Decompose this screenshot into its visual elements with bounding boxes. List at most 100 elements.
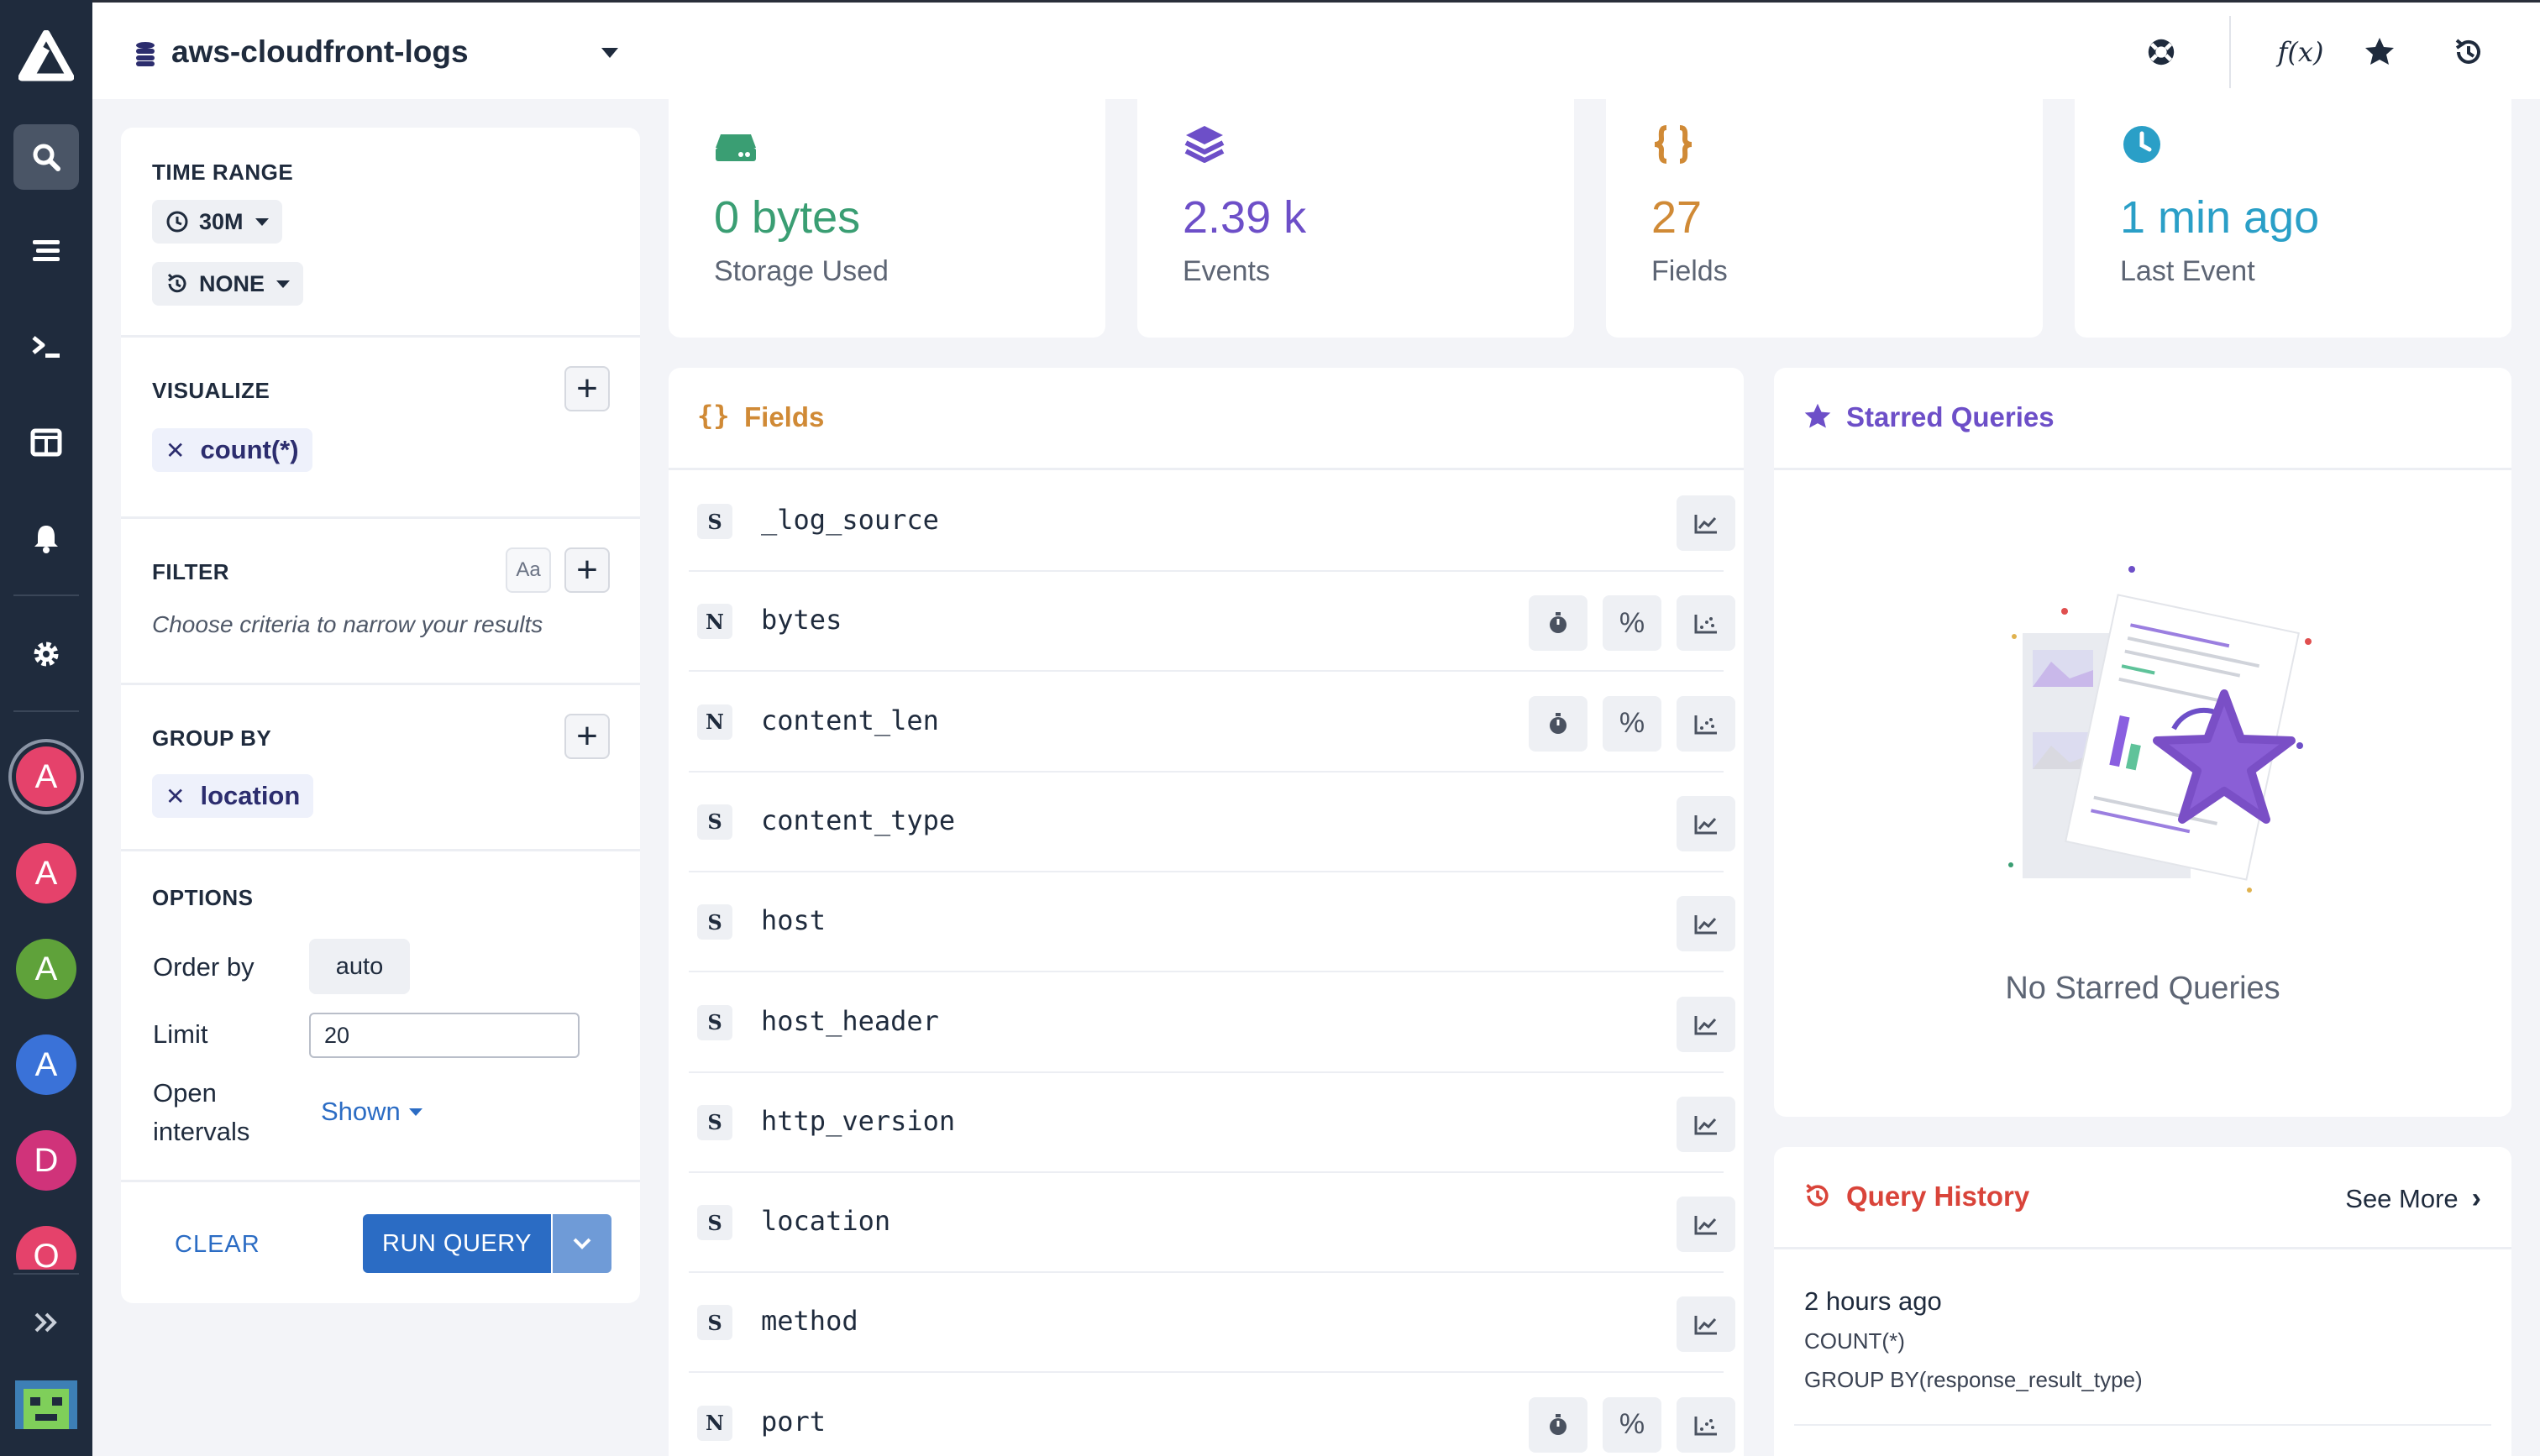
- visualize-pill[interactable]: ✕ count(*): [152, 428, 312, 472]
- starred-button[interactable]: [2360, 33, 2399, 71]
- field-row[interactable]: Smethod: [689, 1273, 1735, 1374]
- nav-stream[interactable]: [13, 218, 79, 284]
- field-name: method: [761, 1305, 858, 1338]
- line-chart-icon[interactable]: [1677, 795, 1735, 851]
- scatter-chart-icon[interactable]: [1677, 1396, 1735, 1453]
- scatter-chart-icon[interactable]: [1677, 595, 1735, 652]
- layers-icon: [1184, 126, 1225, 163]
- field-type-badge: N: [697, 604, 732, 640]
- logo-icon[interactable]: [18, 30, 74, 82]
- stat-label: Last Event: [2120, 255, 2255, 287]
- avatar[interactable]: A: [16, 1034, 76, 1095]
- compare-dropdown[interactable]: NONE: [152, 262, 304, 306]
- query-history-panel: Query History See More › 2 hours ago COU…: [1774, 1147, 2511, 1456]
- order-by-label: Order by: [153, 952, 255, 982]
- field-type-badge: S: [697, 904, 732, 940]
- time-range-value: 30M: [199, 208, 244, 234]
- field-row[interactable]: Shost_header: [689, 973, 1735, 1073]
- field-name: _log_source: [761, 504, 939, 536]
- avatar-letter: A: [34, 1045, 58, 1083]
- history-time: 2 hours ago: [1804, 1286, 1942, 1316]
- limit-input[interactable]: [309, 1013, 580, 1058]
- fields-title: Fields: [744, 401, 825, 432]
- see-more-link[interactable]: See More ›: [2345, 1182, 2481, 1215]
- avatar[interactable]: A: [16, 939, 76, 999]
- avatar-overflow-clip: O: [0, 1209, 92, 1270]
- timer-icon[interactable]: [1529, 695, 1588, 752]
- percent-icon[interactable]: %: [1603, 695, 1661, 752]
- avatar-letter: A: [34, 757, 58, 795]
- line-chart-icon[interactable]: [1677, 1096, 1735, 1152]
- nav-search[interactable]: [13, 124, 79, 190]
- timer-icon[interactable]: [1529, 595, 1588, 652]
- field-name: port: [761, 1405, 827, 1438]
- time-range-dropdown[interactable]: 30M: [152, 200, 282, 244]
- left-nav: A A A A D O: [0, 0, 92, 1456]
- avatar[interactable]: O: [16, 1226, 76, 1270]
- add-filter-button[interactable]: +: [564, 547, 610, 593]
- gear-icon: [34, 642, 59, 667]
- line-chart-icon[interactable]: [1677, 1296, 1735, 1353]
- line-chart-icon[interactable]: [1677, 896, 1735, 952]
- history-button[interactable]: [2449, 33, 2488, 71]
- dashboard-icon: [30, 428, 62, 457]
- field-row[interactable]: Nbytes%: [689, 572, 1735, 673]
- stat-card-fields: 27 Fields: [1606, 99, 2043, 338]
- field-row[interactable]: Slocation: [689, 1173, 1735, 1274]
- add-group-by-button[interactable]: +: [564, 714, 610, 759]
- database-icon: [136, 42, 155, 66]
- toolbar-divider: [2229, 16, 2231, 88]
- avatar[interactable]: A: [16, 843, 76, 903]
- stat-value: 0 bytes: [714, 192, 861, 243]
- field-type-badge: S: [697, 1104, 732, 1140]
- nav-terminal[interactable]: [13, 314, 79, 380]
- add-visualization-button[interactable]: +: [564, 366, 610, 411]
- nav-dashboards[interactable]: [13, 410, 79, 475]
- help-button[interactable]: [2142, 33, 2181, 71]
- group-by-section: GROUP BY + ✕ location: [121, 685, 640, 851]
- nav-expand[interactable]: [13, 1290, 79, 1355]
- search-icon: [33, 144, 60, 171]
- history-query-line: GROUP BY(response_result_type): [1804, 1367, 2143, 1392]
- percent-icon[interactable]: %: [1603, 1396, 1661, 1453]
- function-button[interactable]: f(x): [2271, 33, 2330, 71]
- percent-icon[interactable]: %: [1603, 595, 1661, 652]
- timer-icon[interactable]: [1529, 1396, 1588, 1453]
- field-row[interactable]: Shost: [689, 872, 1735, 973]
- scatter-chart-icon[interactable]: [1677, 695, 1735, 752]
- open-intervals-dropdown[interactable]: Shown: [321, 1097, 422, 1127]
- nav-settings[interactable]: [13, 621, 79, 687]
- visualize-section: VISUALIZE + ✕ count(*): [121, 338, 640, 519]
- clear-button[interactable]: CLEAR: [175, 1231, 260, 1259]
- chevron-down-icon[interactable]: [601, 48, 618, 58]
- user-avatar-icon[interactable]: [15, 1380, 77, 1438]
- line-chart-icon[interactable]: [1677, 495, 1735, 551]
- avatar[interactable]: D: [16, 1130, 76, 1191]
- field-row[interactable]: Scontent_type: [689, 773, 1735, 872]
- group-by-pill[interactable]: ✕ location: [152, 774, 314, 818]
- close-icon[interactable]: ✕: [165, 783, 185, 810]
- dataset-selector[interactable]: aws-cloudfront-logs: [171, 34, 469, 70]
- field-name: content_type: [761, 804, 956, 836]
- run-options-button[interactable]: [553, 1214, 611, 1273]
- close-icon[interactable]: ✕: [165, 437, 185, 464]
- case-sensitive-toggle[interactable]: Aa: [506, 547, 551, 593]
- field-name: bytes: [761, 604, 842, 636]
- star-icon: [2365, 38, 2394, 65]
- nav-alerts[interactable]: [13, 505, 79, 571]
- history-icon: [1806, 1184, 1829, 1207]
- chevron-down-icon: [408, 1108, 422, 1116]
- stream-icon: [33, 240, 60, 261]
- line-chart-icon[interactable]: [1677, 1197, 1735, 1253]
- function-icon: f(x): [2277, 36, 2324, 68]
- field-row[interactable]: Shttp_version: [689, 1073, 1735, 1173]
- field-row[interactable]: S _log_source: [689, 472, 1735, 572]
- order-by-select[interactable]: auto: [309, 939, 410, 994]
- terminal-icon: [32, 336, 60, 358]
- avatar-letter: A: [34, 854, 58, 892]
- field-row[interactable]: Nport%: [689, 1374, 1735, 1456]
- field-row[interactable]: Ncontent_len%: [689, 673, 1735, 773]
- avatar[interactable]: A: [16, 746, 76, 807]
- line-chart-icon[interactable]: [1677, 996, 1735, 1052]
- run-query-button[interactable]: RUN QUERY: [363, 1214, 551, 1273]
